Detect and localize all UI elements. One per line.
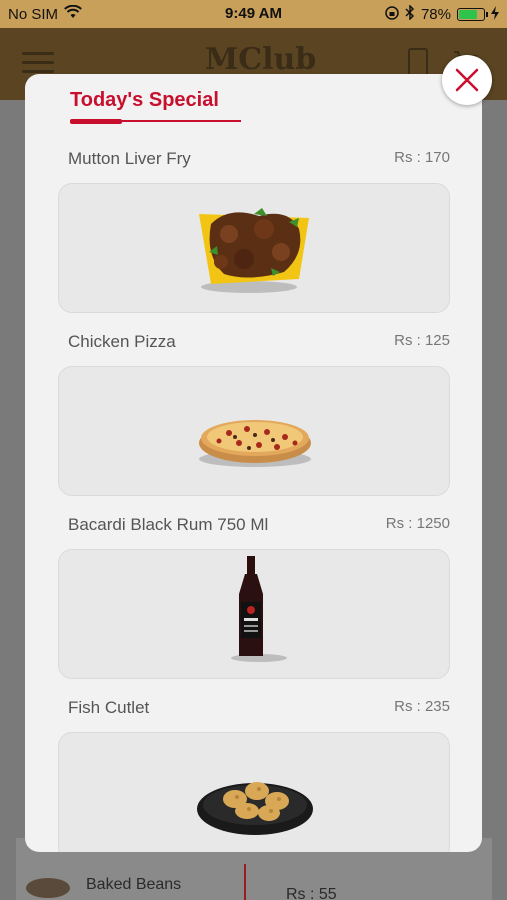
special-item-header: Bacardi Black Rum 750 Ml Rs : 1250 xyxy=(68,515,450,537)
special-item-header: Fish Cutlet Rs : 235 xyxy=(68,698,450,720)
rum-bottle-image xyxy=(231,556,287,662)
mutton-liver-fry-image xyxy=(199,208,309,293)
item-price: Rs : 170 xyxy=(394,149,450,166)
item-price: Rs : 125 xyxy=(394,332,450,349)
item-price: Rs : 235 xyxy=(394,698,450,715)
charging-icon xyxy=(491,5,499,24)
background-divider xyxy=(244,864,246,900)
hamburger-icon[interactable] xyxy=(22,52,54,74)
background-item-price: Rs : 55 xyxy=(286,886,337,900)
modal-title: Today's Special xyxy=(70,89,219,111)
battery-icon xyxy=(457,8,488,21)
status-bar: No SIM 9:49 AM 78% xyxy=(0,0,507,28)
close-button[interactable] xyxy=(442,55,492,105)
todays-special-modal: Today's Special Mutton Liver Fry Rs : 17… xyxy=(25,74,482,852)
status-right: 78% xyxy=(385,4,499,24)
chicken-pizza-image xyxy=(199,420,311,467)
app-logo: MClub xyxy=(205,42,317,77)
bacardi-rum-card[interactable] xyxy=(58,549,450,679)
battery-percent: 78% xyxy=(420,6,451,23)
item-name: Bacardi Black Rum 750 Ml xyxy=(68,515,269,534)
mutton-liver-fry-card[interactable] xyxy=(58,183,450,313)
fish-cutlet-image xyxy=(197,782,313,835)
chicken-pizza-card[interactable] xyxy=(58,366,450,496)
item-price: Rs : 1250 xyxy=(385,515,450,532)
title-underline-indicator xyxy=(70,119,122,124)
rotation-lock-icon xyxy=(385,5,399,24)
special-item-header: Mutton Liver Fry Rs : 170 xyxy=(68,149,450,171)
special-item-header: Chicken Pizza Rs : 125 xyxy=(68,332,450,354)
background-item-name: Baked Beans xyxy=(86,876,182,893)
fish-cutlet-card[interactable] xyxy=(58,732,450,852)
close-icon xyxy=(455,68,479,92)
item-name: Mutton Liver Fry xyxy=(68,149,191,168)
item-name: Fish Cutlet xyxy=(68,698,150,717)
baked-beans-thumbnail xyxy=(26,878,70,898)
bluetooth-icon xyxy=(405,4,415,24)
item-name: Chicken Pizza xyxy=(68,332,176,351)
